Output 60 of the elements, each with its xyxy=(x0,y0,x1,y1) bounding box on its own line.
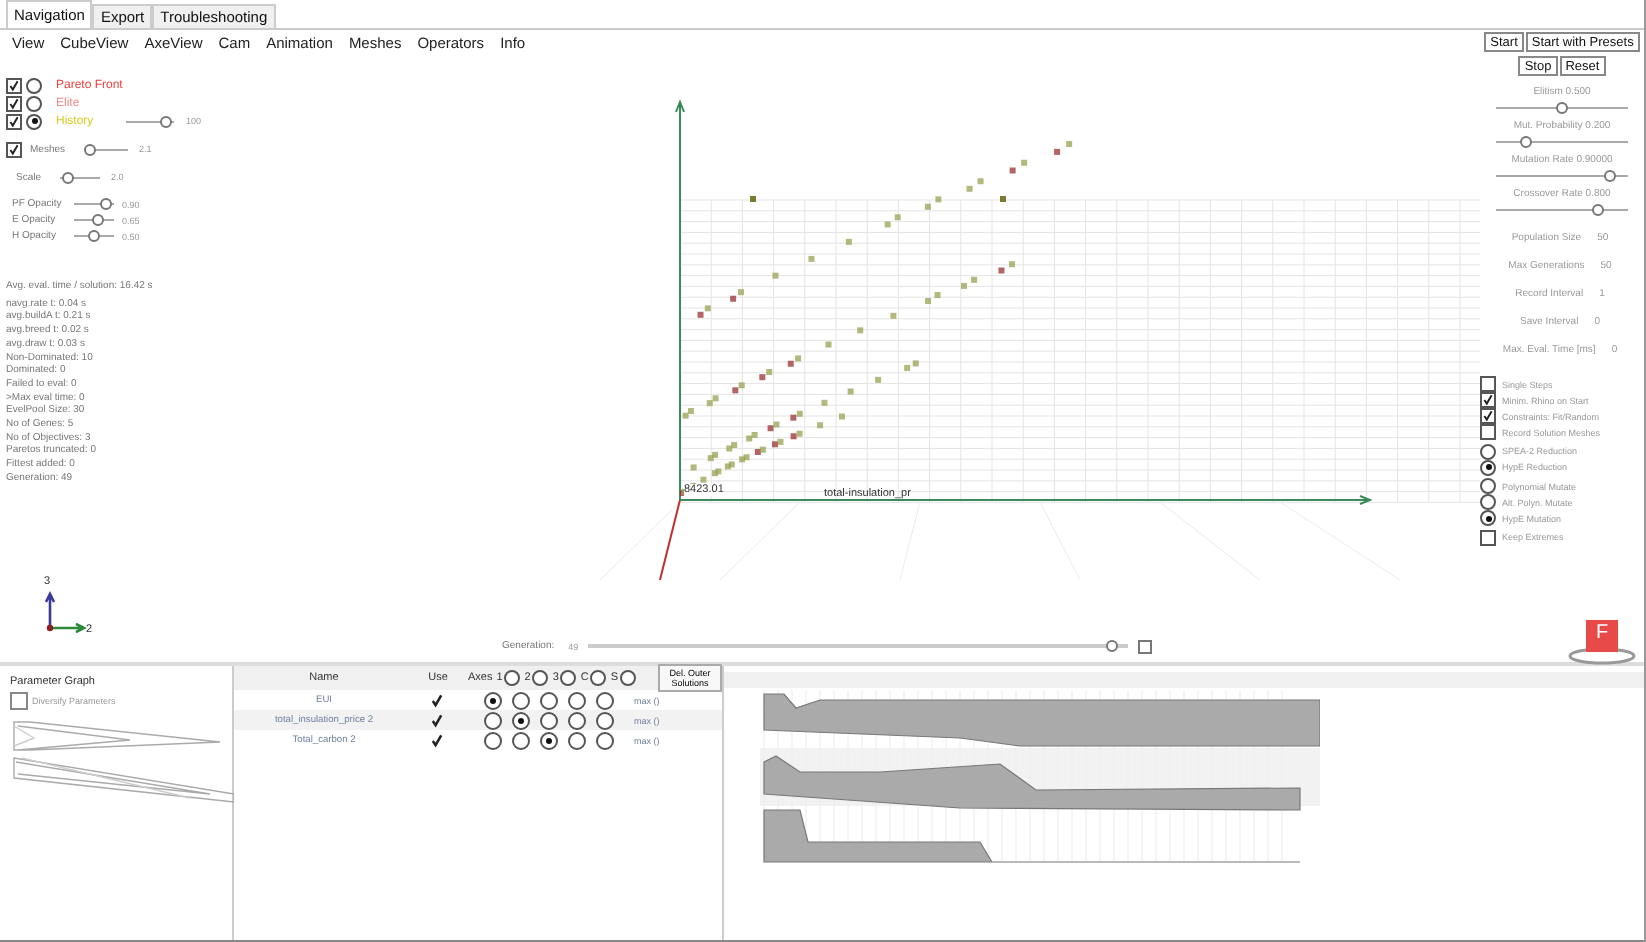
radio-button[interactable] xyxy=(26,95,42,111)
slider-thumb[interactable] xyxy=(88,230,100,242)
generation-step-button[interactable] xyxy=(1138,639,1153,653)
logo-icon xyxy=(1566,616,1638,668)
radio-button[interactable] xyxy=(1480,510,1496,526)
radio-button[interactable] xyxy=(1480,443,1496,459)
slider-thumb[interactable] xyxy=(1105,640,1118,652)
slider[interactable] xyxy=(126,115,174,127)
radio-button[interactable] xyxy=(1480,478,1496,494)
radio-button[interactable] xyxy=(1480,459,1496,475)
checkbox[interactable] xyxy=(6,113,22,129)
checkbox[interactable] xyxy=(1480,408,1496,424)
slider-thumb[interactable] xyxy=(92,214,105,226)
slider-thumb[interactable] xyxy=(84,143,97,155)
slider[interactable] xyxy=(83,143,128,155)
checkbox[interactable] xyxy=(1480,424,1496,440)
axis-gizmo-icon xyxy=(44,588,88,636)
slider-thumb[interactable] xyxy=(1520,136,1532,148)
slider-thumb[interactable] xyxy=(1603,170,1616,182)
slider-thumb[interactable] xyxy=(62,171,75,183)
radio-button[interactable] xyxy=(484,691,502,709)
radio-button[interactable] xyxy=(560,670,577,686)
check-icon[interactable] xyxy=(429,733,443,747)
slider-thumb[interactable] xyxy=(1556,102,1568,114)
radio-button[interactable] xyxy=(540,731,558,749)
slider-thumb[interactable] xyxy=(160,115,173,127)
check-icon[interactable] xyxy=(429,693,443,707)
checkbox[interactable] xyxy=(1480,529,1496,545)
slider-thumb[interactable] xyxy=(1592,204,1604,216)
radio-button[interactable] xyxy=(1480,494,1496,510)
radio-button[interactable] xyxy=(540,711,558,729)
radio-button[interactable] xyxy=(484,731,502,749)
radio-button[interactable] xyxy=(590,670,607,686)
logo-letter: F xyxy=(1596,622,1609,644)
slider[interactable] xyxy=(74,198,114,210)
radio-button[interactable] xyxy=(620,670,637,686)
radio-button[interactable] xyxy=(26,113,42,129)
slider-thumb[interactable] xyxy=(100,198,113,210)
radio-button[interactable] xyxy=(484,711,502,729)
checkbox[interactable] xyxy=(6,95,22,111)
radio-button[interactable] xyxy=(512,711,530,729)
checkbox[interactable] xyxy=(6,141,22,157)
radio-button[interactable] xyxy=(512,691,530,709)
check-icon[interactable] xyxy=(429,713,443,727)
radio-button[interactable] xyxy=(540,691,558,709)
radio-button[interactable] xyxy=(26,77,42,93)
radio-button[interactable] xyxy=(596,731,614,749)
checkbox[interactable] xyxy=(10,692,28,710)
checkbox[interactable] xyxy=(1480,376,1496,392)
radio-button[interactable] xyxy=(568,691,586,709)
radio-button[interactable] xyxy=(532,670,549,686)
radio-button[interactable] xyxy=(512,731,530,749)
radio-button[interactable] xyxy=(596,711,614,729)
radio-button[interactable] xyxy=(504,670,521,686)
checkbox[interactable] xyxy=(1480,392,1496,408)
radio-button[interactable] xyxy=(596,691,614,709)
slider[interactable] xyxy=(59,171,100,183)
radio-button[interactable] xyxy=(568,711,586,729)
checkbox[interactable] xyxy=(6,77,22,93)
radio-button[interactable] xyxy=(568,731,586,749)
